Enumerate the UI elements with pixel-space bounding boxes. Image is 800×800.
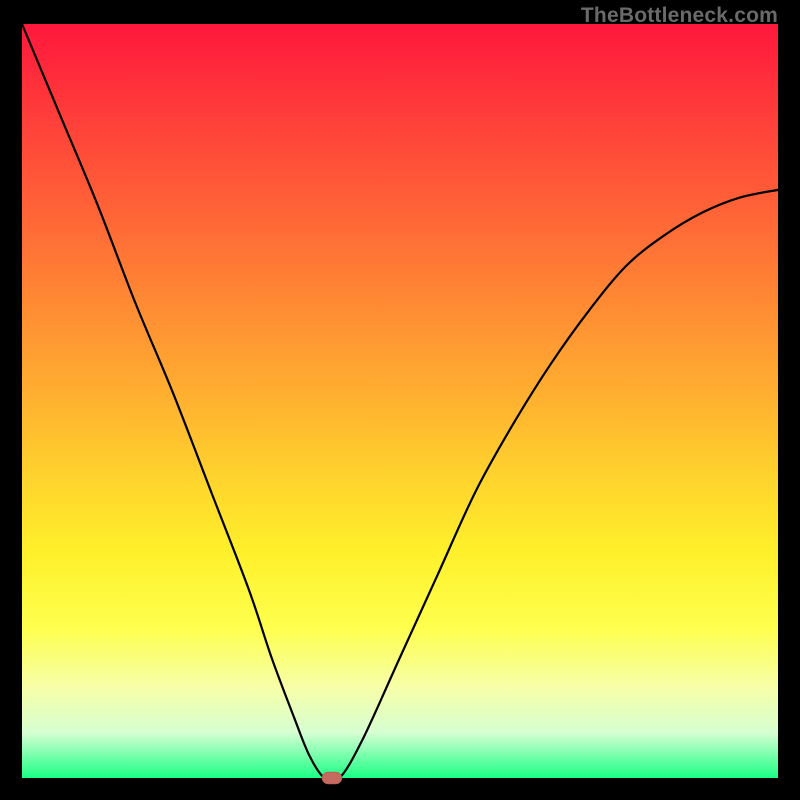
chart-frame: TheBottleneck.com — [0, 0, 800, 800]
bottleneck-curve — [22, 24, 778, 782]
watermark-text: TheBottleneck.com — [581, 4, 778, 28]
valley-marker — [322, 772, 342, 784]
chart-svg — [22, 24, 778, 778]
plot-area — [22, 24, 778, 778]
